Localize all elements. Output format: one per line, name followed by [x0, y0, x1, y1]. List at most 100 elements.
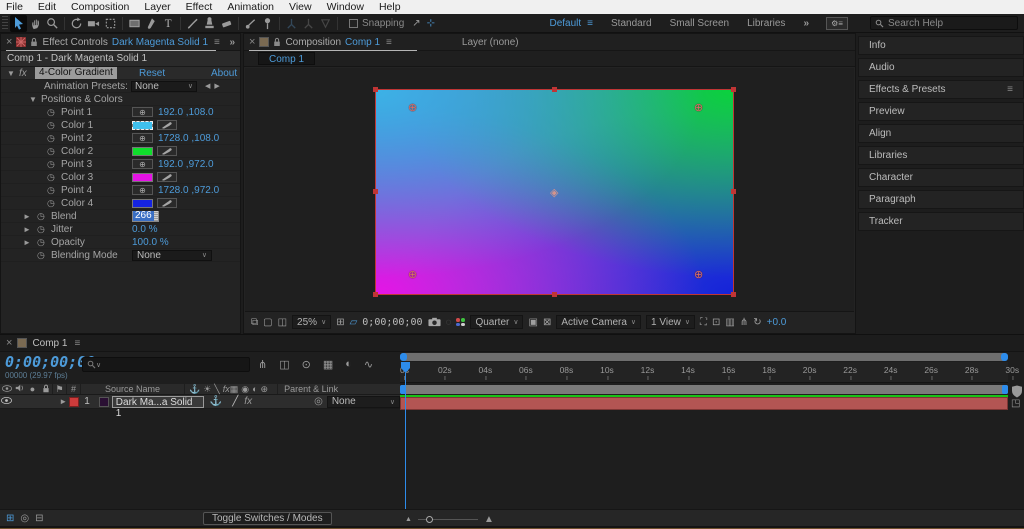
- menu-file[interactable]: File: [6, 1, 23, 13]
- gradient-point3-crosshair-icon[interactable]: ⊕: [408, 270, 417, 280]
- primary-viewer-icon[interactable]: ▢: [263, 317, 272, 328]
- transparency-grid-icon[interactable]: ⊠: [543, 317, 551, 328]
- selection-handle[interactable]: [552, 87, 557, 92]
- point-value[interactable]: 1728.0 ,972.0: [158, 185, 219, 196]
- toggle-switches-modes-button[interactable]: Toggle Switches / Modes: [203, 512, 332, 525]
- menu-effect[interactable]: Effect: [186, 1, 213, 13]
- eyedropper-button[interactable]: [157, 172, 177, 182]
- snapshot-camera-icon[interactable]: [428, 317, 441, 327]
- panel-menu-icon[interactable]: ≡: [74, 338, 80, 349]
- opacity-value[interactable]: 100.0 %: [132, 237, 169, 248]
- menu-window[interactable]: Window: [327, 1, 364, 13]
- stopwatch-icon[interactable]: ◷: [47, 120, 55, 131]
- toolbar-grip[interactable]: [2, 16, 8, 30]
- blend-value-field[interactable]: 266: [132, 211, 159, 222]
- panel-tab-character[interactable]: Character: [858, 168, 1024, 187]
- motion-blur-icon[interactable]: ◐: [345, 358, 352, 371]
- menu-view[interactable]: View: [289, 1, 312, 13]
- menu-help[interactable]: Help: [379, 1, 401, 13]
- menu-animation[interactable]: Animation: [227, 1, 274, 13]
- view-layout-dropdown[interactable]: 1 View ∨: [646, 315, 695, 329]
- pixel-aspect-icon[interactable]: ⛶: [700, 317, 707, 328]
- navigator-start-handle[interactable]: [400, 353, 407, 361]
- fast-previews-icon[interactable]: ⊡: [712, 317, 720, 328]
- stopwatch-icon[interactable]: ◷: [47, 172, 55, 183]
- timeline-tab-label[interactable]: Comp 1: [32, 338, 67, 349]
- panel-overflow-icon[interactable]: »: [229, 37, 235, 48]
- layer-label-color[interactable]: [69, 397, 79, 407]
- navigator-end-handle[interactable]: [1001, 353, 1008, 361]
- gradient-solid-layer[interactable]: ⊕ ⊕ ⊕ ⊕ ◈: [375, 89, 734, 295]
- eyedropper-button[interactable]: [157, 198, 177, 208]
- zoom-slider-track[interactable]: [418, 519, 478, 520]
- reset-exposure-icon[interactable]: ↻: [753, 317, 761, 328]
- layer-row-1[interactable]: ► 1 Dark Ma...a Solid 1 ⚓ ╱ fx ◎ None ∨: [0, 395, 400, 409]
- zoom-tool-button[interactable]: [44, 15, 61, 32]
- panel-menu-icon[interactable]: ≡: [1007, 84, 1013, 95]
- point-value[interactable]: 192.0 ,108.0: [158, 107, 214, 118]
- grid-guides-icon[interactable]: ⊞: [336, 317, 344, 328]
- selection-handle[interactable]: [731, 292, 736, 297]
- draft-3d-icon[interactable]: ◫: [279, 358, 289, 371]
- workspace-menu-icon[interactable]: ≡: [587, 18, 593, 29]
- mini-flowchart-icon[interactable]: ⋔: [258, 358, 267, 371]
- layer-tab[interactable]: Layer (none): [462, 37, 519, 48]
- roto-brush-tool-button[interactable]: [242, 15, 259, 32]
- puppet-pin-tool-button[interactable]: [259, 15, 276, 32]
- camera-tool-button[interactable]: [85, 15, 102, 32]
- layer-quality-icon[interactable]: ╱: [232, 396, 238, 407]
- comp-button-icon[interactable]: ◳: [1011, 398, 1020, 409]
- pen-tool-button[interactable]: [143, 15, 160, 32]
- stopwatch-icon[interactable]: ◷: [47, 198, 55, 209]
- graph-editor-icon[interactable]: ∿: [364, 358, 373, 371]
- panel-tab-preview[interactable]: Preview: [858, 102, 1024, 121]
- close-panel-icon[interactable]: ×: [249, 36, 255, 48]
- effect-point-button[interactable]: ⊕: [132, 133, 153, 143]
- comp-marker-bin-icon[interactable]: [1011, 385, 1023, 398]
- time-ruler[interactable]: 0s02s04s06s08s10s12s14s16s18s20s22s24s26…: [400, 362, 1008, 383]
- zoom-slider-handle[interactable]: [426, 516, 433, 523]
- clone-stamp-tool-button[interactable]: [201, 15, 218, 32]
- parent-pickwhip-icon[interactable]: ◎: [314, 396, 323, 407]
- pan-behind-tool-button[interactable]: [102, 15, 119, 32]
- composition-tabbar[interactable]: × Composition Comp 1 ≡ Layer (none): [244, 34, 855, 51]
- panel-tab-align[interactable]: Align: [858, 124, 1024, 143]
- help-search-box[interactable]: Search Help: [870, 16, 1018, 30]
- panel-tab-info[interactable]: Info: [858, 36, 1024, 55]
- close-panel-icon[interactable]: ×: [6, 36, 12, 48]
- animation-presets-dropdown[interactable]: None ∨: [131, 81, 197, 92]
- effect-name[interactable]: 4-Color Gradient: [35, 67, 117, 79]
- color2-swatch[interactable]: [132, 147, 153, 156]
- workspace-overflow-chevron[interactable]: »: [803, 18, 808, 29]
- selection-handle[interactable]: [373, 292, 378, 297]
- timeline-tabbar[interactable]: × Comp 1 ≡: [0, 335, 1024, 352]
- snap-arrow-icon[interactable]: ↗: [412, 18, 420, 29]
- layer-anchor-point-icon[interactable]: ◈: [550, 186, 558, 199]
- snap-bounds-icon[interactable]: ⊹: [427, 18, 435, 29]
- show-channel-icon[interactable]: [456, 318, 465, 326]
- source-name-column-label[interactable]: Source Name: [105, 384, 160, 394]
- selection-handle[interactable]: [552, 292, 557, 297]
- effect-point-button[interactable]: ⊕: [132, 159, 153, 169]
- stopwatch-icon[interactable]: ◷: [47, 185, 55, 196]
- stopwatch-icon[interactable]: ◷: [37, 211, 45, 222]
- mask-visibility-icon[interactable]: ▱: [350, 317, 358, 328]
- composition-viewer[interactable]: ⊕ ⊕ ⊕ ⊕ ◈: [245, 68, 854, 311]
- layer-name[interactable]: Dark Ma...a Solid 1: [112, 396, 204, 408]
- blending-mode-dropdown[interactable]: None ∨: [132, 250, 212, 261]
- expand-transfer-controls-icon[interactable]: ◎: [20, 513, 29, 524]
- selection-handle[interactable]: [731, 87, 736, 92]
- close-panel-icon[interactable]: ×: [6, 337, 12, 349]
- resolution-dropdown[interactable]: Quarter ∨: [470, 315, 523, 329]
- flowchart-button-icon[interactable]: ⋔: [740, 317, 748, 328]
- jitter-value[interactable]: 0.0 %: [132, 224, 158, 235]
- gradient-point1-crosshair-icon[interactable]: ⊕: [408, 103, 417, 113]
- timeline-button-icon[interactable]: ▥: [725, 317, 734, 328]
- zoom-out-mountain-icon[interactable]: ▲: [405, 516, 412, 523]
- shared-view-icon[interactable]: ◫: [278, 317, 287, 328]
- color4-swatch[interactable]: [132, 199, 153, 208]
- gradient-point2-crosshair-icon[interactable]: ⊕: [694, 103, 703, 113]
- panel-tab-audio[interactable]: Audio: [858, 58, 1024, 77]
- expand-arrow-icon[interactable]: ►: [23, 238, 31, 247]
- region-of-interest-icon[interactable]: ▣: [528, 317, 537, 328]
